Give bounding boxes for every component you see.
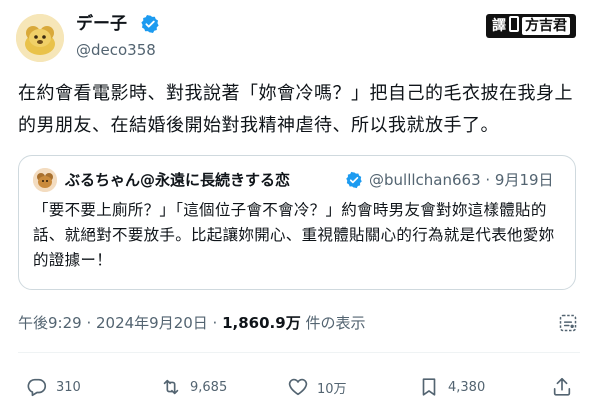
repost-button[interactable]: 9,685: [160, 376, 227, 398]
repost-icon: [163, 379, 179, 395]
views-count: 1,860.9万: [222, 314, 301, 332]
views-label: 件の表示: [300, 314, 366, 332]
bookmark-count: 4,380: [448, 379, 486, 395]
reply-count: 310: [56, 379, 81, 395]
like-count: 10万: [317, 381, 347, 397]
author-avatar[interactable]: [16, 14, 64, 62]
repost-count: 9,685: [190, 379, 228, 395]
quoted-author-avatar: [33, 168, 57, 192]
author-handle[interactable]: @deco358: [76, 40, 156, 60]
quoted-tweet-text: 「要不要上廁所？」「這個位子會不會冷？」約會時男友會對妳這樣體貼的話、就絕對不要…: [33, 201, 555, 269]
heart-icon: [288, 378, 308, 396]
bookmark-icon: [422, 378, 436, 396]
bookmark-button[interactable]: 4,380: [418, 376, 485, 398]
tweet-datetime[interactable]: 午後9:29 · 2024年9月20日 ·: [18, 314, 222, 332]
dog-avatar-icon: [16, 14, 64, 62]
watermark-left: 譯: [492, 18, 506, 34]
grok-analytics-icon[interactable]: [558, 313, 578, 333]
quoted-handle-date: @bulllchan663 · 9月19日: [369, 171, 554, 189]
translator-watermark: 譯方吉君: [486, 14, 576, 38]
quoted-author-name: ぶるちゃん@永遠に長続きする恋: [65, 171, 291, 189]
quoted-tweet-card[interactable]: ぶるちゃん@永遠に長続きする恋 @bulllchan663 · 9月19日 「要…: [18, 155, 576, 290]
dog-avatar-icon: [33, 168, 57, 192]
watermark-dot-icon: [509, 16, 519, 32]
tweet-text: 在約會看電影時、對我說著「妳會冷嗎？」把自己的毛衣披在我身上的男朋友、在結婚後開…: [18, 83, 573, 136]
author-display-name[interactable]: デー子: [76, 13, 127, 35]
divider: [18, 352, 580, 353]
verified-badge-icon: [141, 15, 159, 33]
share-icon[interactable]: [551, 376, 573, 398]
verified-badge-icon: [346, 171, 362, 189]
like-button[interactable]: 10万: [287, 376, 347, 398]
tweet-meta: 午後9:29 · 2024年9月20日 · 1,860.9万 件の表示: [18, 313, 365, 333]
reply-button[interactable]: 310: [26, 376, 81, 398]
watermark-right: 方吉君: [522, 17, 570, 35]
reply-icon: [27, 378, 47, 397]
